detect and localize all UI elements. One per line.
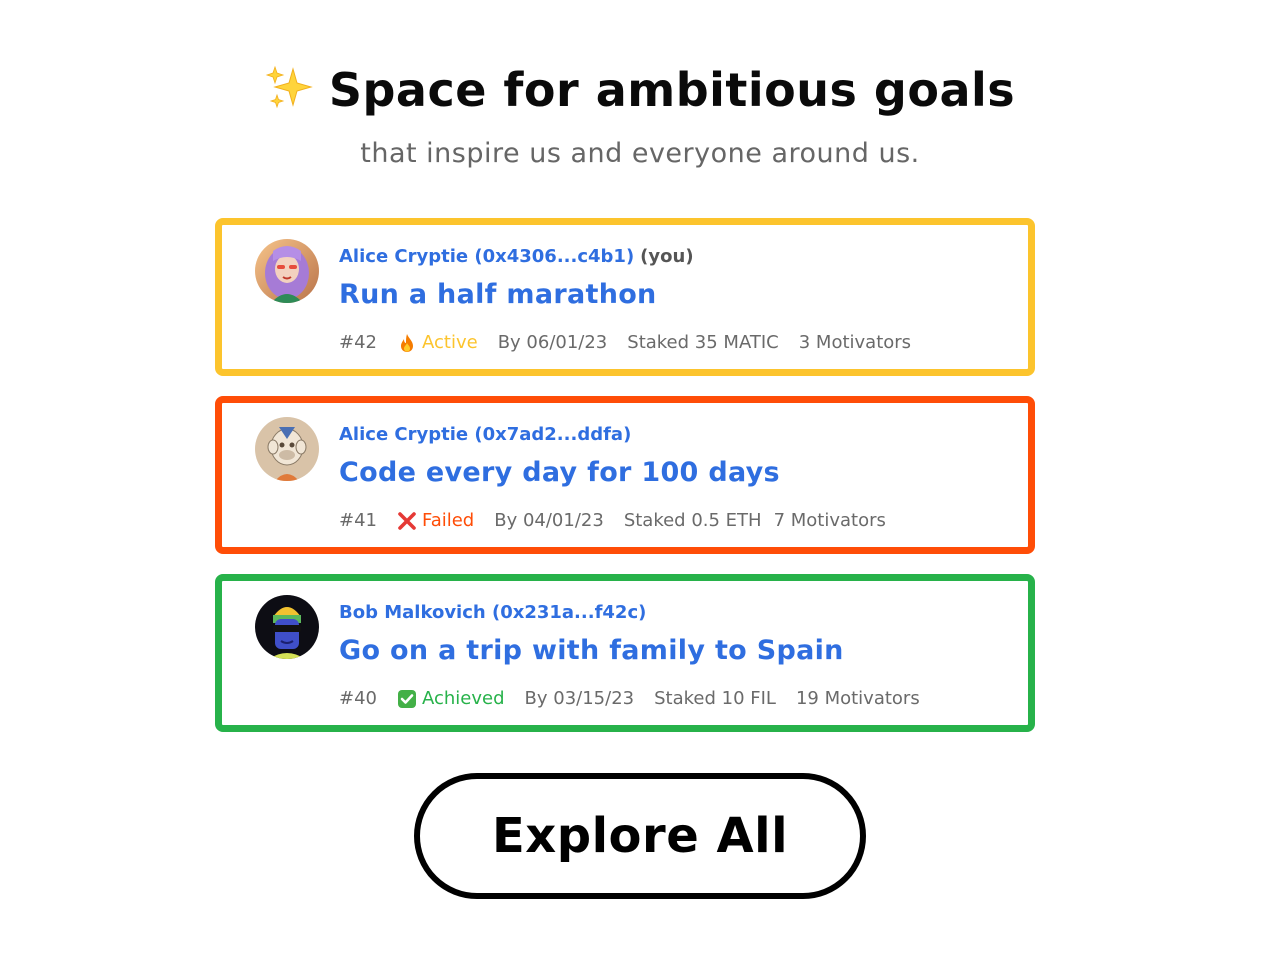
goal-stake: Staked 0.5 ETH bbox=[623, 510, 762, 531]
author-line: Alice Cryptie (0x4306...c4b1) (you) bbox=[339, 246, 694, 267]
cross-mark-icon bbox=[398, 511, 416, 530]
goal-id: #41 bbox=[339, 510, 377, 531]
goal-motivators: 3 Motivators bbox=[798, 332, 912, 353]
goal-title[interactable]: Run a half marathon bbox=[339, 279, 657, 310]
avatar-image bbox=[255, 417, 319, 481]
goal-stake: Staked 10 FIL bbox=[654, 688, 776, 709]
explore-all-button[interactable]: Explore All bbox=[414, 773, 866, 899]
you-label: (you) bbox=[640, 246, 694, 267]
goal-meta: #41 Failed By 04/01/23 Staked 0.5 ETH 7 … bbox=[339, 510, 906, 531]
goal-meta: #40 Achieved By 03/15/23 Staked 10 FIL 1… bbox=[339, 688, 940, 709]
avatar-image bbox=[255, 239, 319, 303]
goal-card[interactable]: Bob Malkovich (0x231a...f42c) Go on a tr… bbox=[215, 574, 1035, 732]
goal-title[interactable]: Code every day for 100 days bbox=[339, 457, 780, 488]
author-name[interactable]: Alice Cryptie (0x4306...c4b1) bbox=[339, 246, 634, 267]
status-badge: Failed bbox=[397, 510, 474, 531]
goal-title[interactable]: Go on a trip with family to Spain bbox=[339, 635, 844, 666]
author-name[interactable]: Bob Malkovich (0x231a...f42c) bbox=[339, 602, 646, 623]
avatar-image bbox=[255, 595, 319, 659]
goal-deadline: By 04/01/23 bbox=[494, 510, 604, 531]
avatar[interactable] bbox=[255, 417, 319, 481]
page-title: Space for ambitious goals bbox=[0, 58, 1280, 122]
page-title-text: Space for ambitious goals bbox=[328, 63, 1016, 117]
goal-meta: #42 Active By 06/01/23 Staked 35 MATIC 3… bbox=[339, 332, 931, 353]
status-badge: Achieved bbox=[397, 688, 505, 709]
avatar[interactable] bbox=[255, 239, 319, 303]
goal-deadline: By 06/01/23 bbox=[497, 332, 608, 353]
goal-id: #40 bbox=[339, 688, 377, 709]
author-line: Bob Malkovich (0x231a...f42c) bbox=[339, 602, 646, 623]
status-label: Failed bbox=[422, 510, 475, 531]
goal-card[interactable]: Alice Cryptie (0x7ad2...ddfa) Code every… bbox=[215, 396, 1035, 554]
author-line: Alice Cryptie (0x7ad2...ddfa) bbox=[339, 424, 631, 445]
sparkles-icon bbox=[265, 65, 313, 108]
goal-deadline: By 03/15/23 bbox=[524, 688, 635, 709]
status-label: Achieved bbox=[422, 688, 505, 709]
avatar[interactable] bbox=[255, 595, 319, 659]
fire-icon bbox=[401, 333, 413, 352]
check-mark-icon bbox=[398, 689, 416, 708]
goal-card[interactable]: Alice Cryptie (0x4306...c4b1) (you) Run a… bbox=[215, 218, 1035, 376]
goal-motivators: 7 Motivators bbox=[773, 510, 886, 531]
page-subtitle: that inspire us and everyone around us. bbox=[360, 138, 920, 169]
author-name[interactable]: Alice Cryptie (0x7ad2...ddfa) bbox=[339, 424, 631, 445]
status-label: Active bbox=[422, 332, 478, 353]
goal-motivators: 19 Motivators bbox=[795, 688, 920, 709]
status-badge: Active bbox=[397, 332, 478, 353]
goal-id: #42 bbox=[339, 332, 377, 353]
goal-stake: Staked 35 MATIC bbox=[627, 332, 779, 353]
